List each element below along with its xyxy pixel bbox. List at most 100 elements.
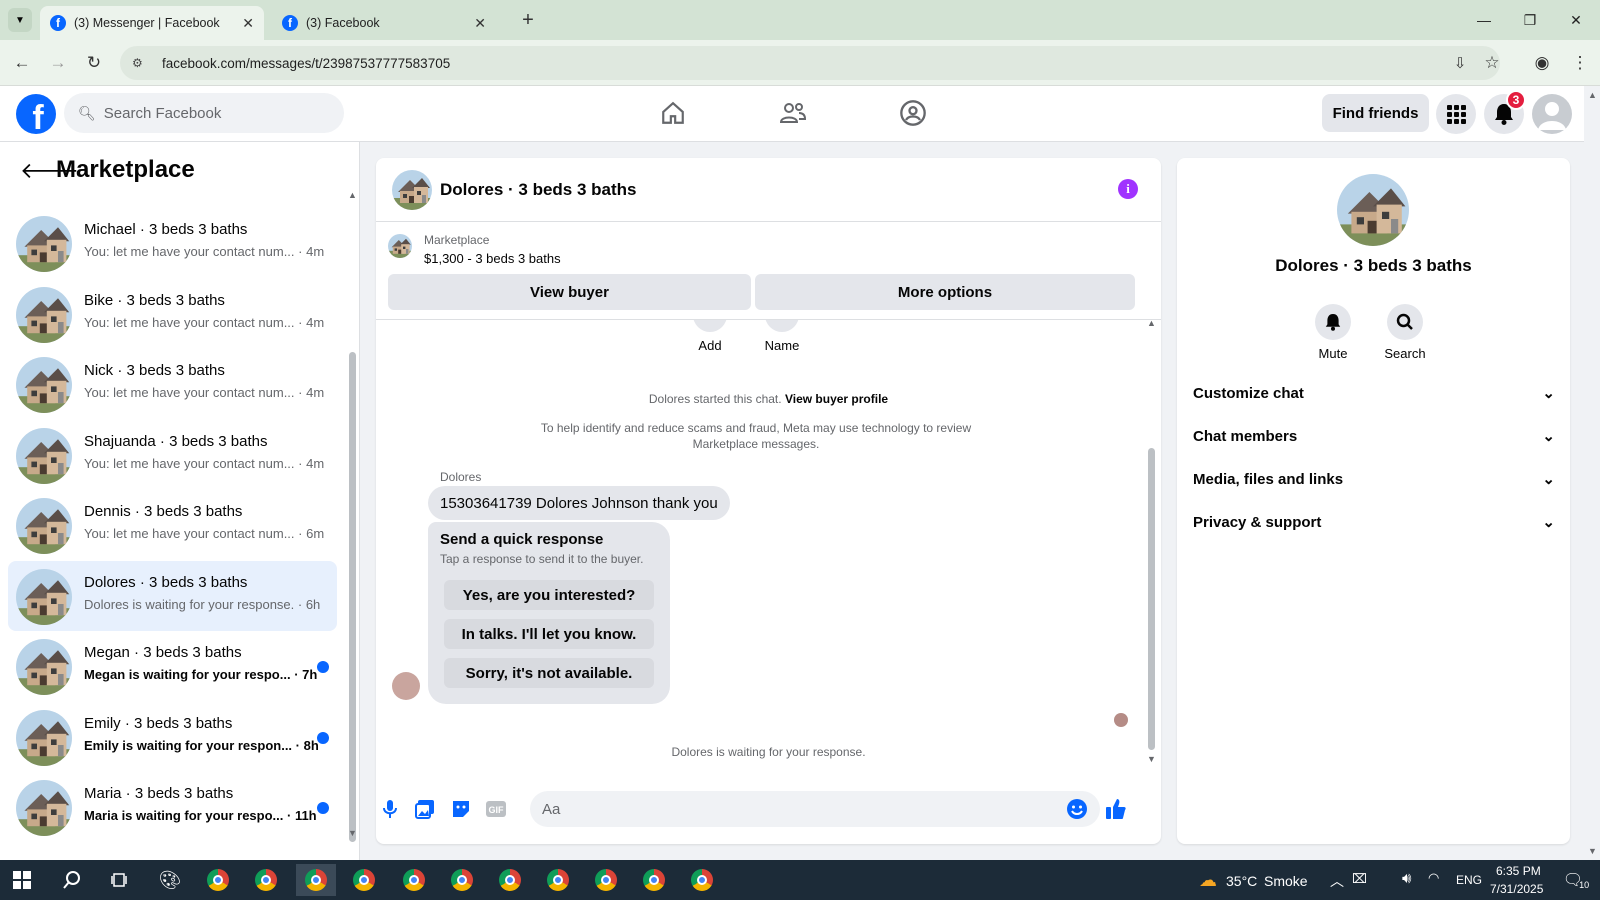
home-icon[interactable] <box>658 98 688 128</box>
page-scroll-down-arrow[interactable]: ▼ <box>1588 846 1597 856</box>
taskbar-chrome-app[interactable] <box>394 864 434 896</box>
friends-icon[interactable] <box>778 98 808 128</box>
tab-facebook[interactable]: f (3) Facebook ✕ <box>272 6 496 40</box>
conversation-item[interactable]: Dennis · 3 beds 3 baths You: let me have … <box>8 490 337 560</box>
new-tab-button[interactable]: + <box>516 8 540 32</box>
tab-search-dropdown[interactable]: ▼ <box>8 8 32 32</box>
quick-reply-in-talks[interactable]: In talks. I'll let you know. <box>444 619 654 649</box>
start-button[interactable] <box>2 864 42 896</box>
back-button[interactable]: ← <box>10 51 34 75</box>
taskbar-search-icon[interactable] <box>52 864 92 896</box>
taskbar-chrome-app[interactable] <box>246 864 286 896</box>
notification-center-icon[interactable]: 🗨︎ 10 <box>1556 864 1596 896</box>
more-options-button[interactable]: More options <box>755 274 1135 310</box>
scroll-down-arrow[interactable]: ▼ <box>348 828 357 838</box>
profile-icon[interactable]: ◉ <box>1530 51 1554 75</box>
conversation-item[interactable]: Bike · 3 beds 3 baths You: let me have yo… <box>8 279 337 349</box>
chat-avatar[interactable] <box>392 170 432 210</box>
message-bubble[interactable]: 15303641739 Dolores Johnson thank you <box>428 486 730 520</box>
taskbar-chrome-app[interactable] <box>682 864 722 896</box>
chat-title[interactable]: Dolores · 3 beds 3 baths <box>440 180 637 200</box>
mute-button[interactable]: Mute <box>1303 304 1363 361</box>
clock-date[interactable]: 7/31/2025 <box>1490 882 1543 896</box>
gif-icon[interactable]: GIF <box>484 797 508 821</box>
scroll-up-arrow[interactable]: ▲ <box>348 190 357 200</box>
find-friends-button[interactable]: Find friends <box>1322 94 1429 132</box>
url-input[interactable]: ⚙ facebook.com/messages/t/23987537777583… <box>120 46 1500 80</box>
photo-icon[interactable] <box>413 797 437 821</box>
chat-members-row[interactable]: Chat members ⌄ <box>1193 416 1555 456</box>
task-view-icon[interactable] <box>100 864 140 896</box>
forward-button[interactable]: → <box>46 51 70 75</box>
message-input[interactable]: Aa <box>530 791 1100 827</box>
close-window-button[interactable]: ✕ <box>1562 8 1590 32</box>
quick-response-title: Send a quick response <box>440 531 604 548</box>
clock-time[interactable]: 6:35 PM <box>1496 864 1541 878</box>
reload-button[interactable]: ↻ <box>82 51 106 75</box>
taskbar-chrome-app[interactable] <box>634 864 674 896</box>
conversation-item[interactable]: Maria · 3 beds 3 baths Maria is waiting f… <box>8 772 337 842</box>
taskbar-chrome-app[interactable] <box>538 864 578 896</box>
account-avatar[interactable] <box>1532 94 1572 134</box>
search-input[interactable]: 🔍︎ Search Facebook <box>64 93 344 133</box>
name-action[interactable]: Name <box>760 320 804 353</box>
conversation-item[interactable]: Megan · 3 beds 3 baths Megan is waiting f… <box>8 631 337 701</box>
install-app-icon[interactable]: ⇩ <box>1448 51 1472 75</box>
sidebar-scrollbar[interactable] <box>349 352 356 842</box>
network-icon[interactable]: ⌧ <box>1352 871 1367 887</box>
media-files-row[interactable]: Media, files and links ⌄ <box>1193 459 1555 499</box>
taskbar-chrome-app[interactable] <box>296 864 336 896</box>
language-indicator[interactable]: ENG <box>1456 873 1482 887</box>
taskbar-chrome-app[interactable] <box>344 864 384 896</box>
unread-dot <box>317 731 329 744</box>
quick-reply-interested[interactable]: Yes, are you interested? <box>444 580 654 610</box>
emoji-icon[interactable] <box>1065 797 1089 821</box>
view-buyer-button[interactable]: View buyer <box>388 274 751 310</box>
sender-avatar[interactable] <box>392 672 420 700</box>
customize-chat-row[interactable]: Customize chat ⌄ <box>1193 373 1555 413</box>
info-avatar[interactable] <box>1337 174 1409 246</box>
taskbar-chrome-app[interactable] <box>198 864 238 896</box>
view-buyer-profile-link[interactable]: View buyer profile <box>785 392 888 406</box>
chat-scrollbar[interactable] <box>1148 448 1155 750</box>
chat-scroll-down-arrow[interactable]: ▼ <box>1147 754 1156 764</box>
weather-icon[interactable]: ☁ <box>1194 864 1222 896</box>
search-in-chat-button[interactable]: Search <box>1375 304 1435 361</box>
sticker-icon[interactable] <box>449 797 473 821</box>
privacy-support-row[interactable]: Privacy & support ⌄ <box>1193 502 1555 542</box>
conversation-item[interactable]: Shajuanda · 3 beds 3 baths You: let me ha… <box>8 420 337 490</box>
menu-grid-button[interactable] <box>1436 94 1476 134</box>
tab-messenger[interactable]: f (3) Messenger | Facebook ✕ <box>40 6 264 40</box>
info-icon[interactable]: i <box>1118 179 1138 199</box>
close-tab-icon[interactable]: ✕ <box>474 15 486 32</box>
chat-scroll-up-arrow[interactable]: ▲ <box>1147 318 1156 328</box>
wifi-icon[interactable]: ◠ <box>1428 870 1439 886</box>
like-thumb-icon[interactable] <box>1104 797 1128 821</box>
groups-icon[interactable] <box>898 98 928 128</box>
snippet-text: You: let me have your contact num... <box>84 385 295 400</box>
facebook-logo[interactable]: f <box>16 94 56 134</box>
minimize-button[interactable]: — <box>1470 8 1498 32</box>
volume-icon[interactable]: 🔊︎ <box>1402 870 1411 887</box>
snippet-text: Emily is waiting for your respon... <box>84 737 293 753</box>
grid-icon <box>1447 105 1466 124</box>
page-scroll-up-arrow[interactable]: ▲ <box>1588 90 1597 100</box>
taskbar-chrome-app[interactable] <box>442 864 482 896</box>
browser-menu-icon[interactable]: ⋮ <box>1568 51 1592 75</box>
conversation-item[interactable]: Emily · 3 beds 3 baths Emily is waiting f… <box>8 702 337 772</box>
add-action[interactable]: Add <box>690 320 730 353</box>
taskbar-chrome-app[interactable] <box>586 864 626 896</box>
site-info-icon[interactable]: ⚙ <box>132 56 150 70</box>
close-tab-icon[interactable]: ✕ <box>242 15 254 32</box>
conversation-item[interactable]: Dolores · 3 beds 3 baths Dolores is waiti… <box>8 560 337 631</box>
conversation-item[interactable]: Nick · 3 beds 3 baths You: let me have yo… <box>8 349 337 419</box>
quick-reply-not-available[interactable]: Sorry, it's not available. <box>444 658 654 688</box>
bookmark-star-icon[interactable]: ☆ <box>1480 51 1504 75</box>
restore-button[interactable]: ❐ <box>1516 8 1544 32</box>
tray-chevron-icon[interactable]: ︿ <box>1330 871 1344 891</box>
microphone-icon[interactable] <box>378 797 402 821</box>
taskbar-paint-app[interactable]: 🎨︎ <box>150 864 190 896</box>
conversation-item[interactable]: Michael · 3 beds 3 baths You: let me have… <box>8 208 337 278</box>
message-composer: GIF Aa <box>376 775 1161 844</box>
taskbar-chrome-app[interactable] <box>490 864 530 896</box>
